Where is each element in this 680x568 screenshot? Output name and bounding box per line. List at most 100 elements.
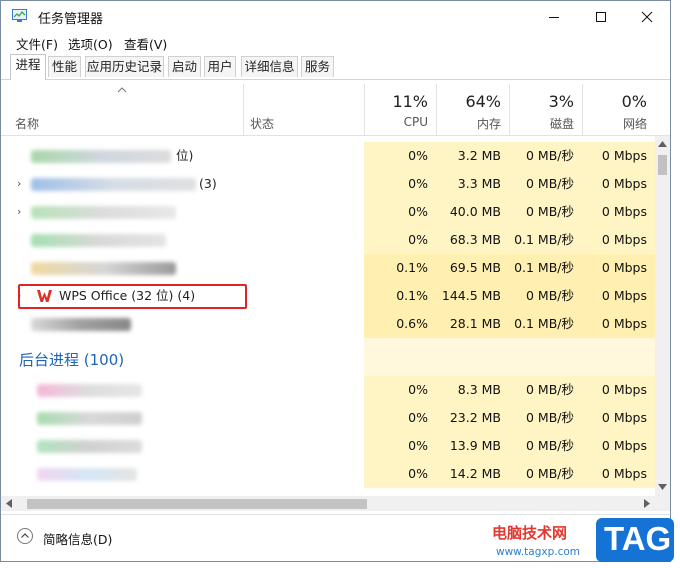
- disk-value: 0 MB/秒: [509, 170, 582, 198]
- cpu-value: 0%: [364, 198, 436, 226]
- tab-details[interactable]: 详细信息: [241, 56, 298, 77]
- title-bar: 任务管理器: [1, 1, 670, 32]
- process-name: 位): [176, 148, 194, 163]
- memory-total: 64%: [465, 92, 501, 111]
- scroll-up-arrow-icon[interactable]: [658, 141, 667, 147]
- vertical-scrollbar[interactable]: [655, 136, 670, 496]
- cpu-value: 0.1%: [364, 254, 436, 282]
- fewer-details-button[interactable]: [17, 528, 33, 544]
- process-row[interactable]: › 0% 40.0 MB 0 MB/秒 0 Mbps: [1, 198, 655, 226]
- memory-value: 144.5 MB: [436, 282, 509, 310]
- scroll-left-arrow-icon[interactable]: [6, 499, 12, 508]
- memory-label: 内存: [476, 117, 501, 131]
- disk-value: 0 MB/秒: [509, 198, 582, 226]
- close-button[interactable]: [624, 1, 670, 32]
- tab-app-history[interactable]: 应用历史记录: [85, 56, 164, 77]
- blurred-process-name: [31, 178, 196, 191]
- header-name-label: 名称: [15, 117, 40, 131]
- header-status[interactable]: 状态: [243, 84, 364, 135]
- menu-file[interactable]: 文件(F): [16, 34, 58, 53]
- memory-value: 28.1 MB: [436, 310, 509, 338]
- disk-value: 0 MB/秒: [509, 282, 582, 310]
- minimize-button[interactable]: [531, 1, 577, 32]
- network-total: 0%: [621, 92, 647, 111]
- scroll-right-arrow-icon[interactable]: [644, 499, 650, 508]
- process-row[interactable]: 0% 68.3 MB 0.1 MB/秒 0 Mbps: [1, 226, 655, 254]
- watermark: 电脑技术网 www.tagxp.com TAG: [484, 516, 678, 566]
- cpu-label: CPU: [403, 115, 428, 129]
- blurred-process-name: [31, 206, 176, 219]
- menu-options[interactable]: 选项(O): [68, 34, 113, 53]
- tab-performance[interactable]: 性能: [48, 56, 81, 77]
- disk-value: 0.1 MB/秒: [509, 226, 582, 254]
- tab-startup[interactable]: 启动: [168, 56, 201, 77]
- cpu-value: 0.6%: [364, 310, 436, 338]
- network-value: 0 Mbps: [582, 142, 655, 170]
- network-value: 0 Mbps: [582, 432, 655, 460]
- memory-value: 68.3 MB: [436, 226, 509, 254]
- header-status-label: 状态: [250, 117, 275, 131]
- background-process-row[interactable]: 0% 13.9 MB 0 MB/秒 0 Mbps: [1, 432, 655, 460]
- process-row[interactable]: 位) 0% 3.2 MB 0 MB/秒 0 Mbps: [1, 142, 655, 170]
- horizontal-scroll-thumb[interactable]: [27, 499, 367, 509]
- tag-logo-text: TAG: [604, 520, 672, 557]
- cpu-value: 0%: [364, 376, 436, 404]
- cpu-value: 0%: [364, 142, 436, 170]
- sort-up-icon: [117, 87, 127, 93]
- disk-total: 3%: [548, 92, 574, 111]
- task-manager-icon: [12, 9, 27, 22]
- chevron-up-icon: [21, 533, 29, 538]
- background-process-row[interactable]: 0% 23.2 MB 0 MB/秒 0 Mbps: [1, 404, 655, 432]
- vertical-scroll-thumb[interactable]: [658, 155, 667, 175]
- task-manager-window: 任务管理器 文件(F) 选项(O) 查看(V) 进程 性能 应用历史记录 启动 …: [0, 0, 671, 562]
- blurred-process-name: [37, 384, 142, 397]
- background-processes-heading[interactable]: 后台进程 (100): [19, 349, 124, 370]
- disk-value: 0.1 MB/秒: [509, 310, 582, 338]
- cpu-value: 0%: [364, 432, 436, 460]
- process-row[interactable]: 0.1% 69.5 MB 0.1 MB/秒 0 Mbps: [1, 254, 655, 282]
- header-memory[interactable]: 64% 内存: [436, 84, 509, 135]
- scroll-corner: [655, 496, 670, 511]
- memory-value: 8.3 MB: [436, 376, 509, 404]
- cpu-value: 0%: [364, 170, 436, 198]
- menu-view[interactable]: 查看(V): [124, 34, 167, 53]
- cpu-value: 0%: [364, 226, 436, 254]
- process-row[interactable]: › (3) 0% 3.3 MB 0 MB/秒 0 Mbps: [1, 170, 655, 198]
- scroll-down-arrow-icon[interactable]: [658, 484, 667, 490]
- network-value: 0 Mbps: [582, 404, 655, 432]
- tab-strip: 进程 性能 应用历史记录 启动 用户 详细信息 服务: [1, 54, 670, 80]
- background-process-row[interactable]: 0% 8.3 MB 0 MB/秒 0 Mbps: [1, 376, 655, 404]
- tab-processes[interactable]: 进程: [10, 54, 46, 80]
- maximize-icon: [596, 11, 606, 22]
- tag-logo: TAG: [596, 518, 674, 562]
- tab-users[interactable]: 用户: [204, 56, 236, 77]
- memory-value: 3.3 MB: [436, 170, 509, 198]
- process-row[interactable]: 0.6% 28.1 MB 0.1 MB/秒 0 Mbps: [1, 310, 655, 338]
- header-network[interactable]: 0% 网络: [582, 84, 655, 135]
- network-value: 0 Mbps: [582, 460, 655, 488]
- network-value: 0 Mbps: [582, 226, 655, 254]
- fewer-details-label[interactable]: 简略信息(D): [43, 529, 112, 548]
- network-value: 0 Mbps: [582, 376, 655, 404]
- background-process-row[interactable]: 0% 14.2 MB 0 MB/秒 0 Mbps: [1, 460, 655, 488]
- memory-value: 69.5 MB: [436, 254, 509, 282]
- horizontal-scrollbar[interactable]: [1, 496, 655, 511]
- disk-label: 磁盘: [549, 117, 574, 131]
- chevron-right-icon[interactable]: ›: [17, 177, 21, 190]
- red-highlight-annotation: [18, 284, 247, 309]
- cpu-value: 0.1%: [364, 282, 436, 310]
- cpu-total: 11%: [392, 92, 428, 111]
- header-cpu[interactable]: 11% CPU: [364, 84, 436, 135]
- tab-services[interactable]: 服务: [301, 56, 334, 77]
- network-value: 0 Mbps: [582, 170, 655, 198]
- chevron-right-icon[interactable]: ›: [17, 205, 21, 218]
- header-name[interactable]: 名称: [1, 84, 243, 135]
- watermark-url-text: www.tagxp.com: [496, 546, 580, 558]
- maximize-button[interactable]: [578, 1, 624, 32]
- disk-value: 0 MB/秒: [509, 432, 582, 460]
- memory-value: 23.2 MB: [436, 404, 509, 432]
- memory-value: 40.0 MB: [436, 198, 509, 226]
- header-disk[interactable]: 3% 磁盘: [509, 84, 582, 135]
- disk-value: 0 MB/秒: [509, 460, 582, 488]
- close-icon: [641, 11, 653, 22]
